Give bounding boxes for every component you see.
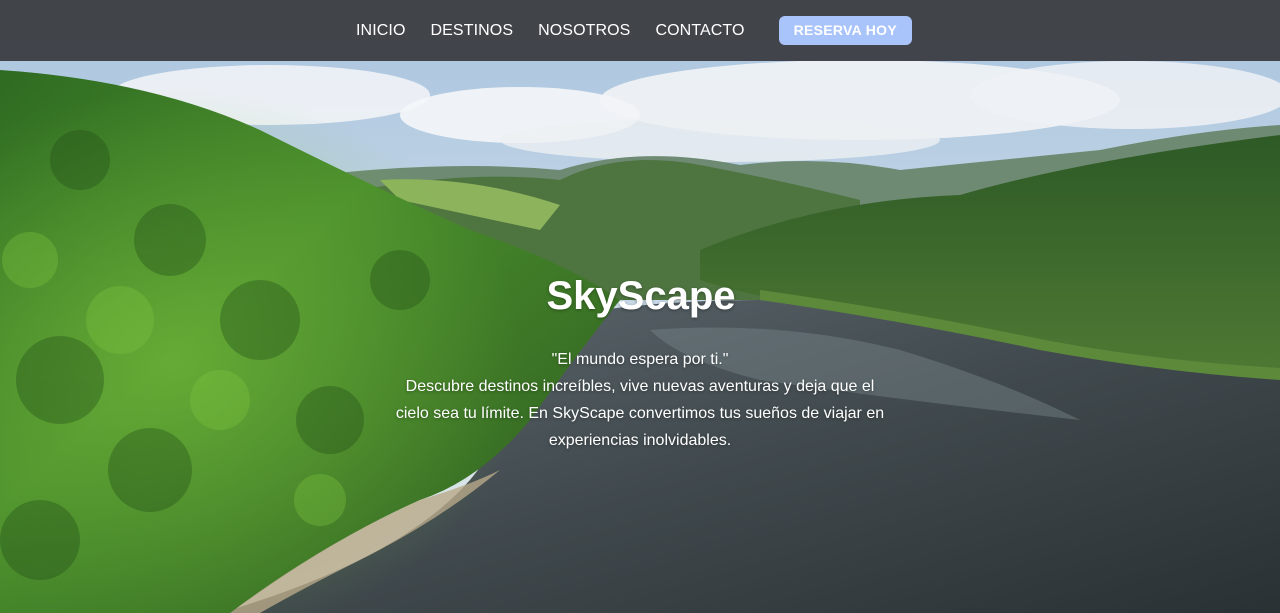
hero-quote: "El mundo espera por ti." — [551, 351, 729, 368]
hero-content: SkyScape "El mundo espera por ti." Descu… — [0, 270, 1280, 454]
nav-link-destinos[interactable]: DESTINOS — [431, 22, 514, 40]
nav-link-nosotros[interactable]: NOSOTROS — [538, 22, 630, 40]
top-navbar: INICIO DESTINOS NOSOTROS CONTACTO RESERV… — [0, 0, 1280, 61]
nav-link-inicio[interactable]: INICIO — [356, 22, 406, 40]
page: INICIO DESTINOS NOSOTROS CONTACTO RESERV… — [0, 0, 1280, 613]
reserve-now-button[interactable]: RESERVA HOY — [778, 16, 912, 45]
hero-description: Descubre destinos increíbles, vive nueva… — [395, 378, 885, 449]
nav-links: INICIO DESTINOS NOSOTROS CONTACTO RESERV… — [356, 16, 912, 45]
nav-link-contacto[interactable]: CONTACTO — [655, 22, 744, 40]
hero-title: SkyScape — [546, 274, 736, 318]
